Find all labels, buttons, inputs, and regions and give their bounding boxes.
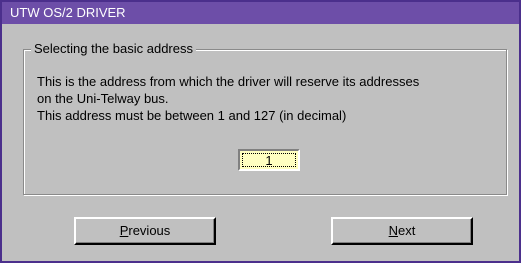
next-button-mnemonic: N	[388, 223, 399, 238]
description-line-3: This address must be between 1 and 127 (…	[37, 108, 347, 123]
window-title: UTW OS/2 DRIVER	[2, 2, 519, 24]
description-text: This is the address from which the drive…	[37, 73, 502, 124]
next-button[interactable]: Next	[331, 217, 473, 245]
previous-button[interactable]: Previous	[74, 217, 216, 245]
previous-button-label-rest: revious	[128, 223, 171, 238]
next-button-label-rest: ext	[398, 223, 416, 238]
basic-address-input[interactable]	[238, 149, 300, 171]
groupbox-legend: Selecting the basic address	[31, 41, 196, 57]
description-line-2: on the Uni-Telway bus.	[37, 91, 169, 106]
description-line-1: This is the address from which the drive…	[37, 74, 420, 89]
